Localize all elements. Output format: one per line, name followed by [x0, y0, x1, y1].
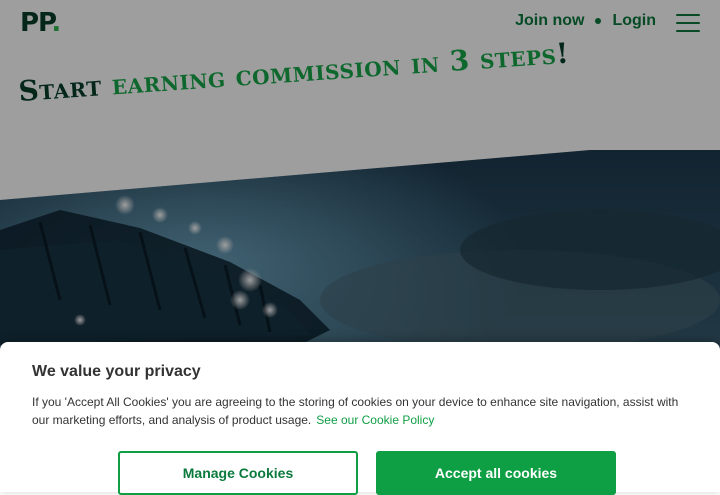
- cookie-description: If you 'Accept All Cookies' you are agre…: [32, 393, 692, 429]
- accept-all-cookies-label: Accept all cookies: [434, 465, 558, 481]
- page: PP. Join now Login Start earning commiss…: [0, 0, 720, 495]
- manage-cookies-button[interactable]: Manage Cookies: [118, 451, 358, 495]
- manage-cookies-label: Manage Cookies: [182, 465, 294, 481]
- cookie-heading: We value your privacy: [32, 363, 201, 380]
- cookie-consent-banner: We value your privacy If you 'Accept All…: [0, 342, 720, 495]
- accept-all-cookies-button[interactable]: Accept all cookies: [376, 451, 616, 495]
- cookie-policy-link[interactable]: See our Cookie Policy: [316, 413, 434, 427]
